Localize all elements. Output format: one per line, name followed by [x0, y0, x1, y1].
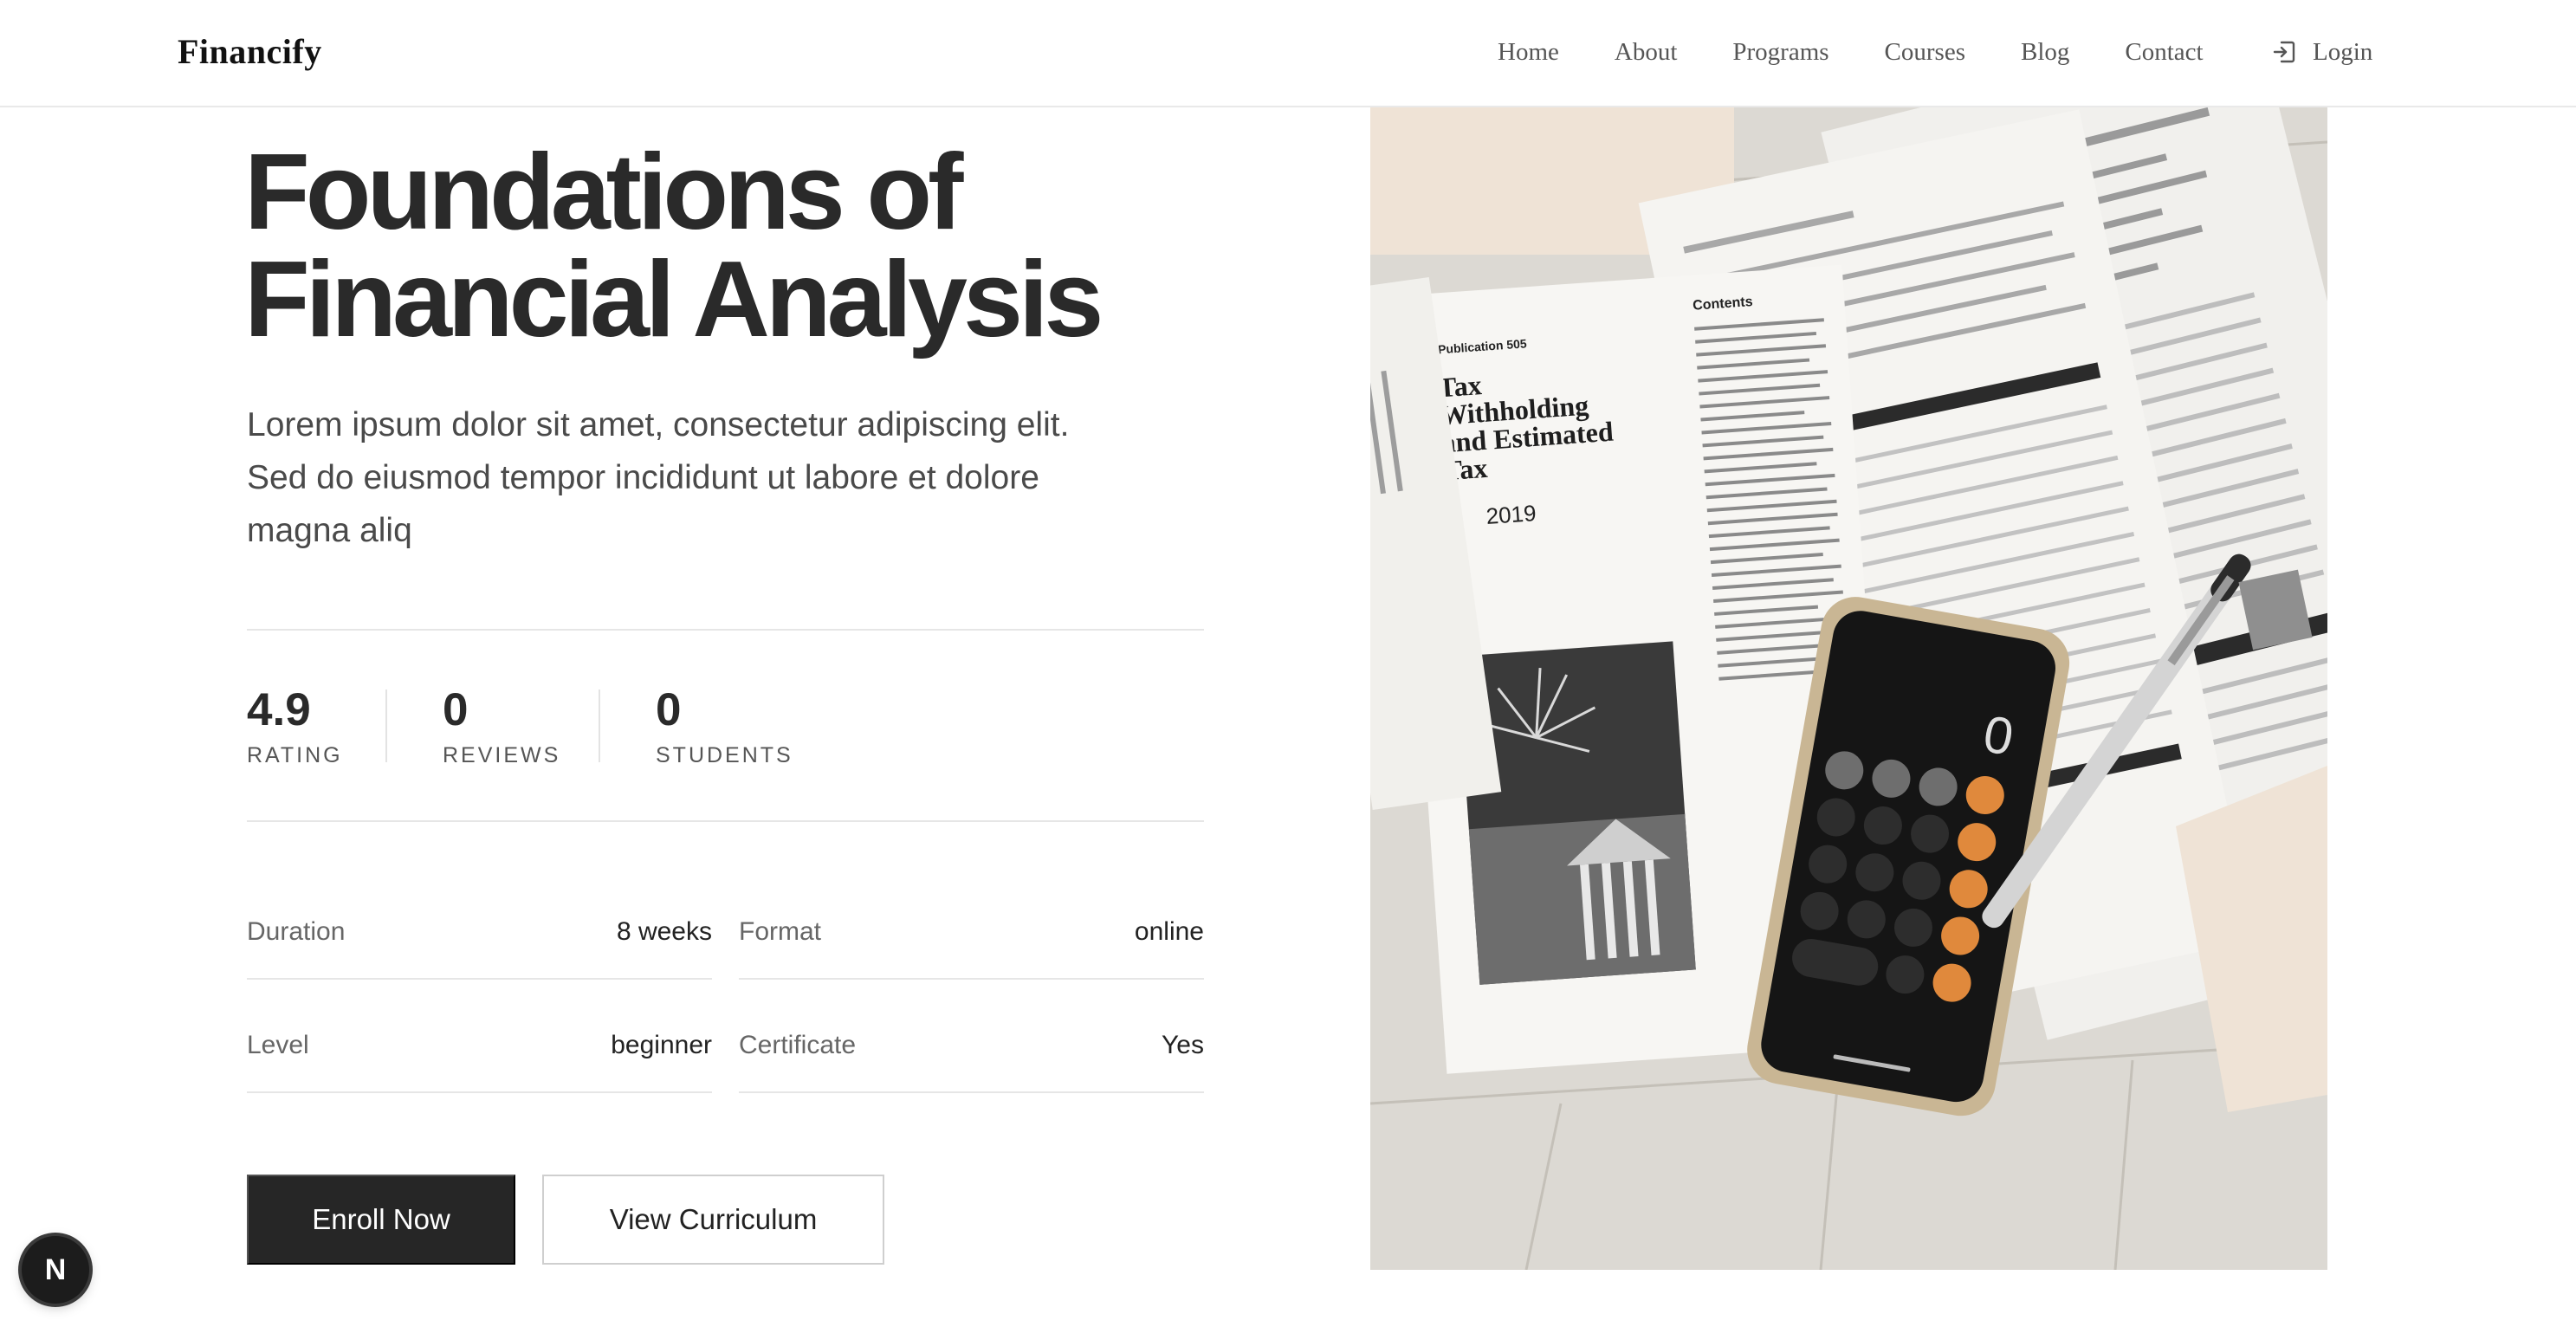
login-icon — [2271, 39, 2297, 65]
detail-format-label: Format — [739, 917, 822, 946]
stat-rating-label: RATING — [247, 743, 343, 767]
course-description: Lorem ipsum dolor sit amet, consectetur … — [247, 406, 1070, 549]
image-year: 2019 — [1485, 500, 1537, 529]
detail-duration: Duration 8 weeks — [247, 877, 712, 980]
detail-level: Level beginner — [247, 991, 712, 1093]
stat-rating: 4.9 RATING — [247, 684, 343, 768]
nav-link-blog[interactable]: Blog — [2021, 36, 2069, 68]
nav-link-contact[interactable]: Contact — [2125, 36, 2203, 68]
top-navigation: Financify Home About Programs Courses Bl… — [0, 0, 2576, 107]
n-badge[interactable]: N — [22, 1236, 89, 1304]
detail-certificate-label: Certificate — [739, 1031, 857, 1059]
brand-logo[interactable]: Financify — [178, 31, 322, 72]
course-title: Foundations of Financial Analysis — [244, 139, 1284, 353]
nav-links: Home About Programs Courses Blog Contact — [1498, 36, 2204, 68]
stat-divider — [599, 689, 600, 762]
detail-duration-value: 8 weeks — [616, 917, 712, 946]
detail-format: Format online — [739, 877, 1204, 980]
detail-certificate: Certificate Yes — [739, 991, 1204, 1093]
detail-duration-label: Duration — [247, 917, 346, 946]
course-hero-image: Publication 505 Tax Withholding and Esti… — [1370, 107, 2327, 1270]
nav-link-home[interactable]: Home — [1498, 36, 1559, 68]
stat-students-value: 0 — [656, 684, 682, 735]
view-curriculum-button[interactable]: View Curriculum — [542, 1175, 884, 1265]
stat-rating-value: 4.9 — [247, 684, 311, 735]
course-stats: 4.9 RATING 0 REVIEWS 0 STUDENTS — [247, 629, 1204, 822]
stat-reviews-label: REVIEWS — [443, 743, 561, 767]
login-button[interactable]: Login — [2271, 36, 2372, 68]
stat-students: 0 STUDENTS — [656, 684, 793, 768]
nav-link-courses[interactable]: Courses — [1885, 36, 1965, 68]
login-label: Login — [2313, 38, 2373, 66]
course-title-line-1: Foundations of — [244, 133, 963, 252]
course-title-line-2: Financial Analysis — [244, 240, 1104, 359]
stat-divider — [385, 689, 387, 762]
detail-level-label: Level — [247, 1031, 309, 1059]
stat-students-label: STUDENTS — [656, 743, 793, 767]
stat-reviews: 0 REVIEWS — [443, 684, 560, 768]
detail-format-value: online — [1134, 917, 1204, 946]
detail-level-value: beginner — [611, 1031, 712, 1059]
nav-link-about[interactable]: About — [1615, 36, 1678, 68]
detail-certificate-value: Yes — [1162, 1031, 1204, 1059]
stat-reviews-value: 0 — [443, 684, 469, 735]
enroll-now-button[interactable]: Enroll Now — [247, 1175, 515, 1265]
nav-link-programs[interactable]: Programs — [1732, 36, 1828, 68]
